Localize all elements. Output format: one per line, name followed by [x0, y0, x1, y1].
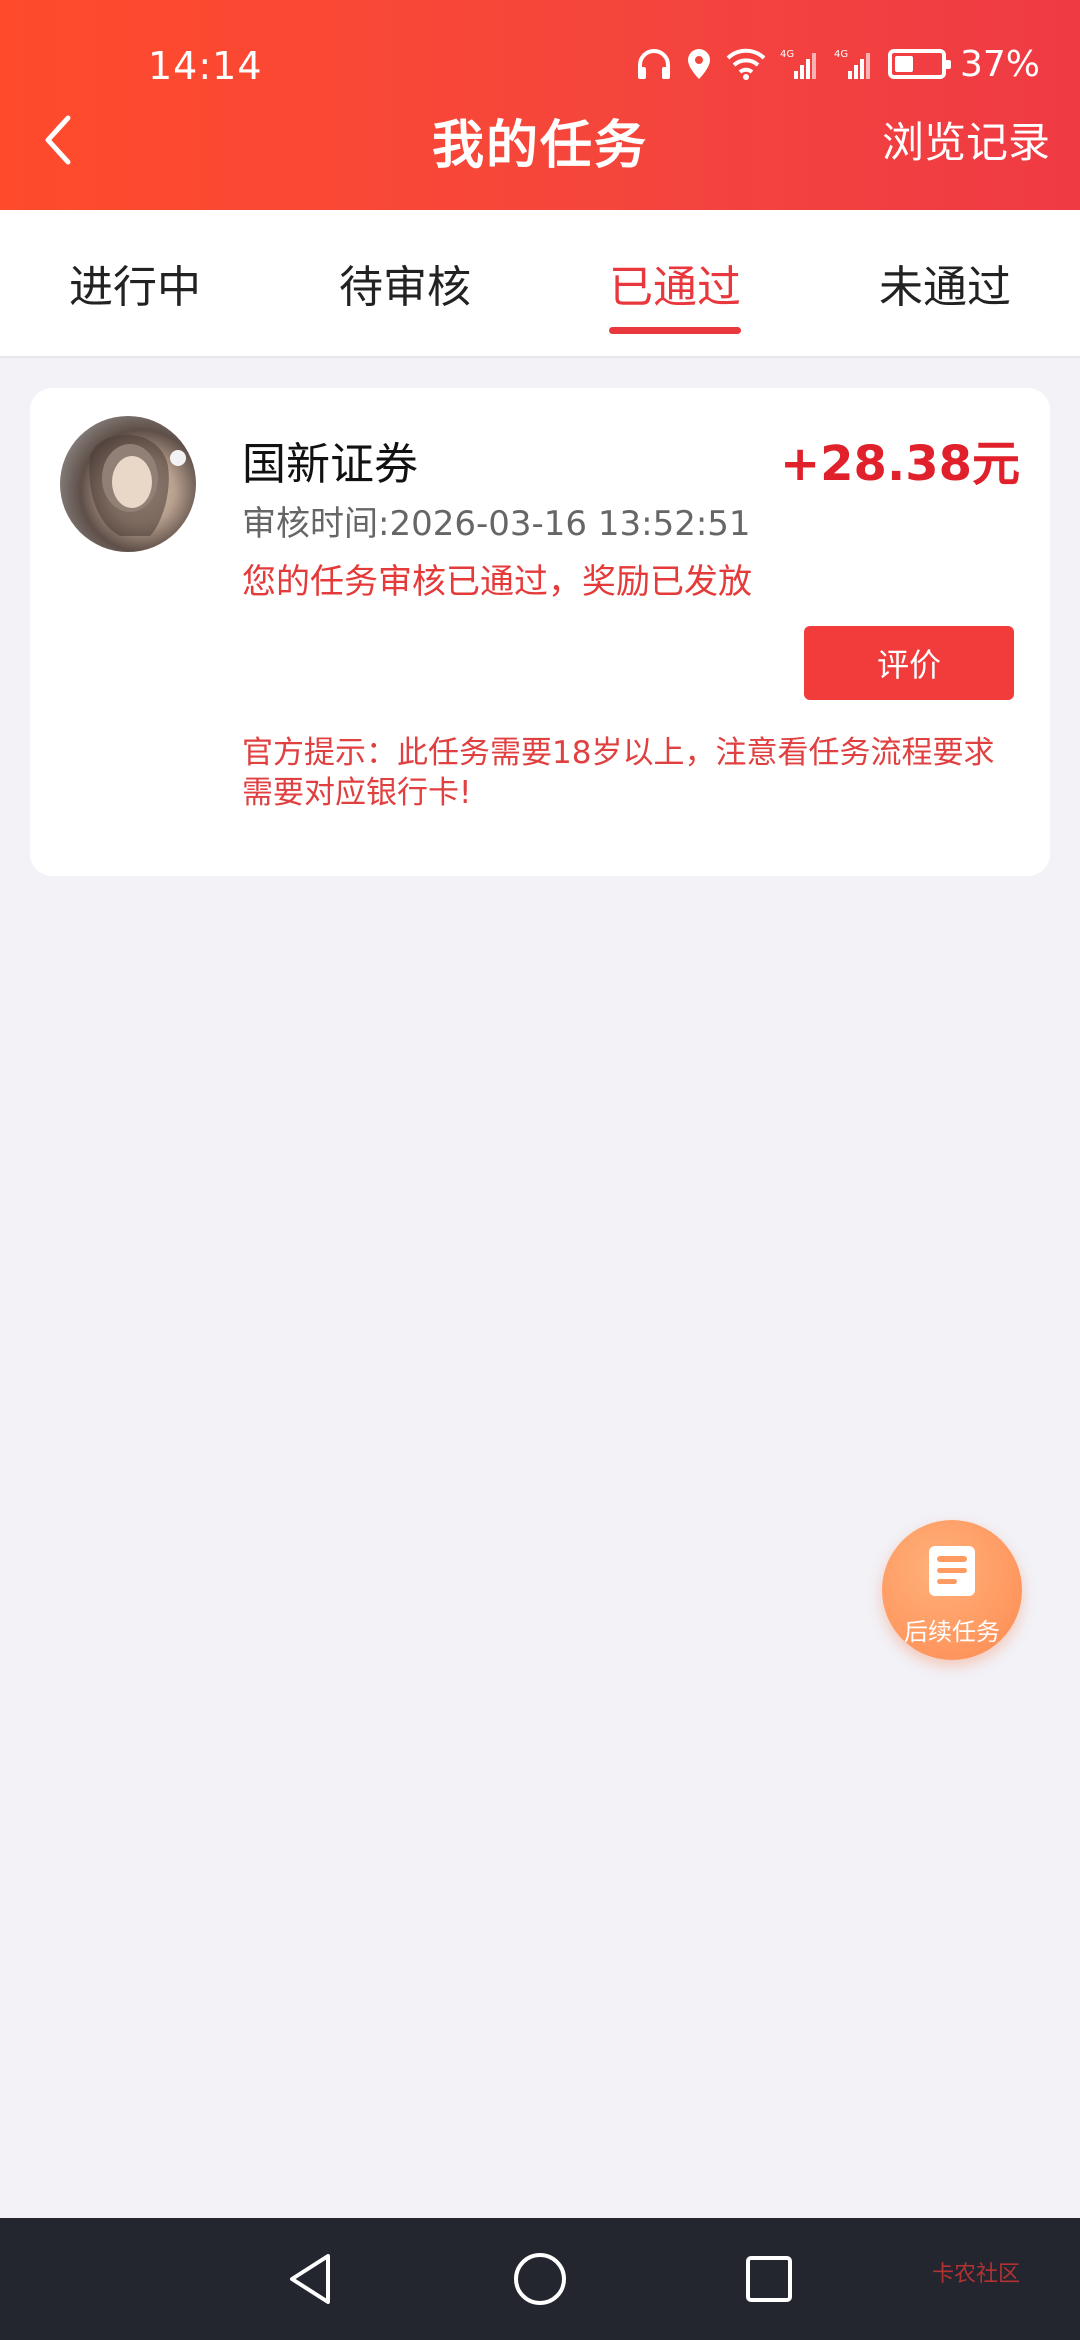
- svg-text:4G: 4G: [834, 49, 848, 60]
- signal-2-icon: 4G: [834, 47, 874, 81]
- review-time: 审核时间:2026-03-16 13:52:51: [242, 504, 751, 544]
- official-tip: 官方提示：此任务需要18岁以上，注意看任务流程要求需要对应银行卡!: [242, 735, 995, 811]
- battery-icon: [887, 49, 951, 79]
- task-status-tabs: 进行中 待审核 已通过 未通过: [0, 210, 1080, 358]
- nav-recents-button[interactable]: [738, 2248, 800, 2310]
- status-icons: 4G 4G 37%: [636, 42, 1040, 86]
- browse-history-link[interactable]: 浏览记录: [882, 109, 1050, 170]
- task-title: 国新证券: [242, 439, 418, 490]
- tab-rejected[interactable]: 未通过: [810, 210, 1080, 356]
- nav-home-button[interactable]: [509, 2248, 571, 2310]
- wifi-icon: [726, 48, 766, 80]
- tab-pending-review[interactable]: 待审核: [270, 210, 540, 356]
- circle-home-icon: [514, 2253, 566, 2305]
- headphones-icon: [636, 47, 672, 81]
- evaluate-button[interactable]: 评价: [804, 626, 1014, 700]
- task-avatar: [60, 416, 196, 552]
- tab-label: 已通过: [609, 262, 741, 313]
- square-recents-icon: [746, 2256, 792, 2302]
- task-card[interactable]: 国新证券 +28.38元 审核时间:2026-03-16 13:52:51 您的…: [30, 388, 1050, 876]
- status-time: 14:14: [148, 44, 263, 88]
- nav-back-button[interactable]: [280, 2248, 342, 2310]
- tab-label: 待审核: [339, 262, 471, 313]
- nav-row: 我的任务 浏览记录: [0, 95, 1080, 185]
- triangle-back-icon: [290, 2254, 330, 2304]
- tab-label: 未通过: [879, 262, 1011, 313]
- tab-label: 进行中: [69, 262, 201, 313]
- tab-in-progress[interactable]: 进行中: [0, 210, 270, 356]
- active-tab-indicator: [609, 327, 741, 334]
- tab-approved[interactable]: 已通过: [540, 210, 810, 356]
- battery-percent: 37%: [959, 43, 1040, 85]
- follow-up-task-button[interactable]: 后续任务: [882, 1520, 1022, 1660]
- fab-label: 后续任务: [904, 1618, 1000, 1646]
- avatar-photo-icon: [89, 434, 186, 536]
- watermark-logo: 卡农社区: [932, 2256, 1020, 2288]
- task-reward: +28.38元: [779, 436, 1020, 492]
- location-icon: [686, 47, 712, 81]
- app-header: 14:14 4G 4G 37% 我的任务 浏览记录: [0, 0, 1080, 210]
- status-message: 您的任务审核已通过，奖励已发放: [242, 562, 752, 602]
- signal-1-icon: 4G: [780, 47, 820, 81]
- watermark-text: 卡农社区: [931, 2262, 1020, 2287]
- task-list-icon: [929, 1546, 975, 1596]
- svg-text:4G: 4G: [780, 49, 794, 60]
- system-navigation-bar: 卡农社区: [0, 2218, 1080, 2340]
